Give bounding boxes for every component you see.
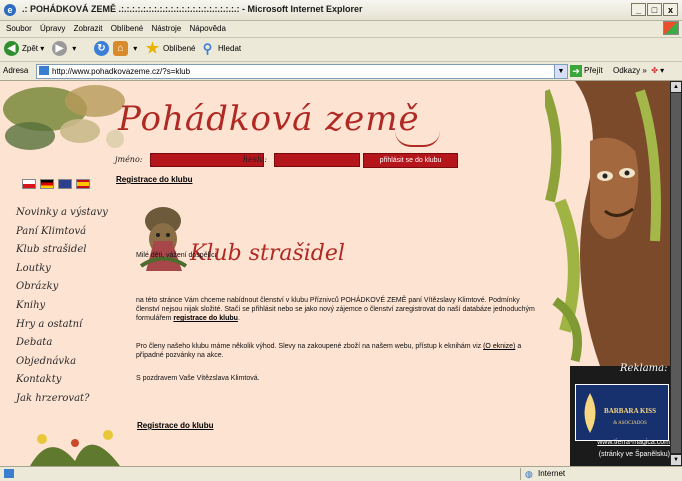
menu-napoveda[interactable]: Nápověda (189, 20, 225, 37)
address-label: Adresa (3, 66, 29, 75)
home-icon: ⌂ (113, 41, 128, 57)
search-button[interactable]: ⚲ Hledat (200, 40, 241, 58)
toolbar: ◀ Zpět ▾ ▶ ▾ ↻ ⌂ ▾ ★ Oblíbené ⚲ Hledat (0, 37, 682, 62)
menu-nastroje[interactable]: Nástroje (151, 20, 181, 37)
minimize-button[interactable]: _ (631, 3, 646, 16)
title-bar: e .: POHÁDKOVÁ ZEMĚ .:.:.:.:.:.:.:.:.:.:… (0, 0, 682, 21)
status-divider (520, 468, 521, 480)
toolbar-extra-icon[interactable]: ✤ (651, 66, 658, 75)
nav-jak-hrzerovat[interactable]: Jak hrzerovat? (16, 393, 108, 412)
nav-pani-klimtova[interactable]: Paní Klimtová (16, 226, 108, 245)
address-dropdown-icon[interactable]: ▼ (554, 65, 567, 78)
address-url: http://www.pohadkovazeme.cz/?s=klub (52, 67, 191, 76)
username-label: jméno: (115, 155, 143, 164)
paragraph-membership: na této stránce Vám chceme nabídnout čle… (136, 296, 536, 323)
nav-hry[interactable]: Hry a ostatní (16, 319, 108, 338)
flag-spain-icon[interactable] (76, 179, 90, 189)
login-button[interactable]: přihlásit se do klubu (363, 153, 458, 168)
forward-button[interactable]: ▶ ▾ (52, 40, 76, 58)
greeting-text: Milé děti, vážení dospělíci, (136, 252, 219, 259)
maximize-button[interactable]: □ (647, 3, 662, 16)
refresh-icon: ↻ (94, 41, 109, 57)
go-label: Přejít (584, 66, 603, 76)
window-title: .: POHÁDKOVÁ ZEMĚ .:.:.:.:.:.:.:.:.:.:.:… (22, 4, 363, 14)
status-bar: ◍ Internet (0, 466, 682, 481)
logo-swirl (395, 131, 440, 147)
address-bar: Adresa http://www.pohadkovazeme.cz/?s=kl… (0, 62, 682, 81)
go-arrow-icon: ➔ (570, 65, 582, 77)
links-button[interactable]: Odkazy » ✤ ▾ (613, 66, 664, 75)
ad-note: (stránky ve Španělsku) (598, 451, 670, 458)
back-label: Zpět (22, 44, 39, 53)
side-navigation: Novinky a výstavy Paní Klimtová Klub str… (16, 207, 108, 412)
ad-subtitle: & ASOCIADOS (613, 421, 647, 426)
back-arrow-icon: ◀ (4, 41, 19, 57)
paragraph-benefits-text: Pro členy našeho klubu máme několik výho… (136, 343, 482, 350)
go-button[interactable]: ➔ Přejít (570, 65, 603, 77)
back-button[interactable]: ◀ Zpět ▾ (4, 40, 44, 58)
refresh-button[interactable]: ↻ (94, 40, 112, 58)
scroll-down-icon[interactable]: ▼ (671, 455, 681, 465)
nav-klub-strasidel[interactable]: Klub strašidel (16, 244, 108, 263)
menu-bar: Soubor Úpravy Zobrazit Oblíbené Nástroje… (0, 20, 682, 38)
ad-heading: Reklama: (620, 363, 668, 374)
menu-soubor[interactable]: Soubor (6, 20, 32, 37)
vertical-scrollbar[interactable]: ▲ ▼ (670, 81, 682, 466)
flowers-decoration (30, 430, 120, 466)
goblin-image (139, 207, 188, 271)
home-button[interactable]: ⌂ ▾ (113, 40, 137, 58)
favorites-button[interactable]: ★ Oblíbené (145, 40, 196, 58)
ad-url-link[interactable]: www.tierra-magica.com (567, 439, 670, 446)
favorites-label: Oblíbené (163, 44, 196, 53)
nav-loutky[interactable]: Loutky (16, 263, 108, 282)
flag-czech-icon[interactable] (22, 179, 36, 189)
password-input[interactable] (274, 153, 360, 167)
nav-obrazky[interactable]: Obrázky (16, 281, 108, 300)
flag-uk-icon[interactable] (58, 179, 72, 189)
address-input[interactable]: http://www.pohadkovazeme.cz/?s=klub ▼ (36, 64, 568, 79)
page-viewport: Pohádková země jméno: heslo: přihlásit s… (0, 81, 670, 466)
search-icon: ⚲ (202, 41, 213, 57)
site-logo[interactable]: Pohádková země (118, 99, 420, 139)
star-icon: ★ (145, 40, 160, 58)
ebook-link[interactable]: (O eknize) (483, 343, 515, 350)
search-label: Hledat (218, 44, 242, 53)
password-label: heslo: (243, 155, 268, 164)
flag-german-icon[interactable] (40, 179, 54, 189)
nav-objednavka[interactable]: Objednávka (16, 356, 108, 375)
status-page-icon (4, 469, 14, 478)
paragraph-membership-end: . (237, 315, 240, 322)
register-link[interactable]: Registrace do klubu (116, 175, 192, 184)
menu-upravy[interactable]: Úpravy (40, 20, 65, 37)
links-label: Odkazy (613, 66, 641, 75)
zone-label: Internet (538, 469, 566, 478)
scroll-up-icon[interactable]: ▲ (671, 82, 681, 92)
nav-debata[interactable]: Debata (16, 337, 108, 356)
menu-oblibene[interactable]: Oblíbené (111, 20, 143, 37)
nav-novinky[interactable]: Novinky a výstavy (16, 207, 108, 226)
bottom-register-link[interactable]: Registrace do klubu (137, 421, 213, 430)
globe-icon: ◍ (525, 469, 533, 479)
ad-title: BARBARA KISS (604, 407, 656, 415)
forward-arrow-icon: ▶ (52, 41, 67, 57)
page-icon (39, 66, 49, 75)
signoff-text: S pozdravem Vaše Vítězslava Klimtová. (136, 375, 260, 382)
nav-kontakty[interactable]: Kontakty (16, 374, 108, 393)
paragraph-benefits: Pro členy našeho klubu máme několik výho… (136, 342, 536, 360)
ie-icon: e (4, 4, 16, 16)
registration-inline-link[interactable]: registrace do klubu (173, 315, 238, 322)
nav-knihy[interactable]: Knihy (16, 300, 108, 319)
close-button[interactable]: x (663, 3, 678, 16)
menu-zobrazit[interactable]: Zobrazit (74, 20, 103, 37)
windows-logo-icon (663, 21, 679, 35)
scroll-thumb[interactable] (671, 93, 681, 453)
